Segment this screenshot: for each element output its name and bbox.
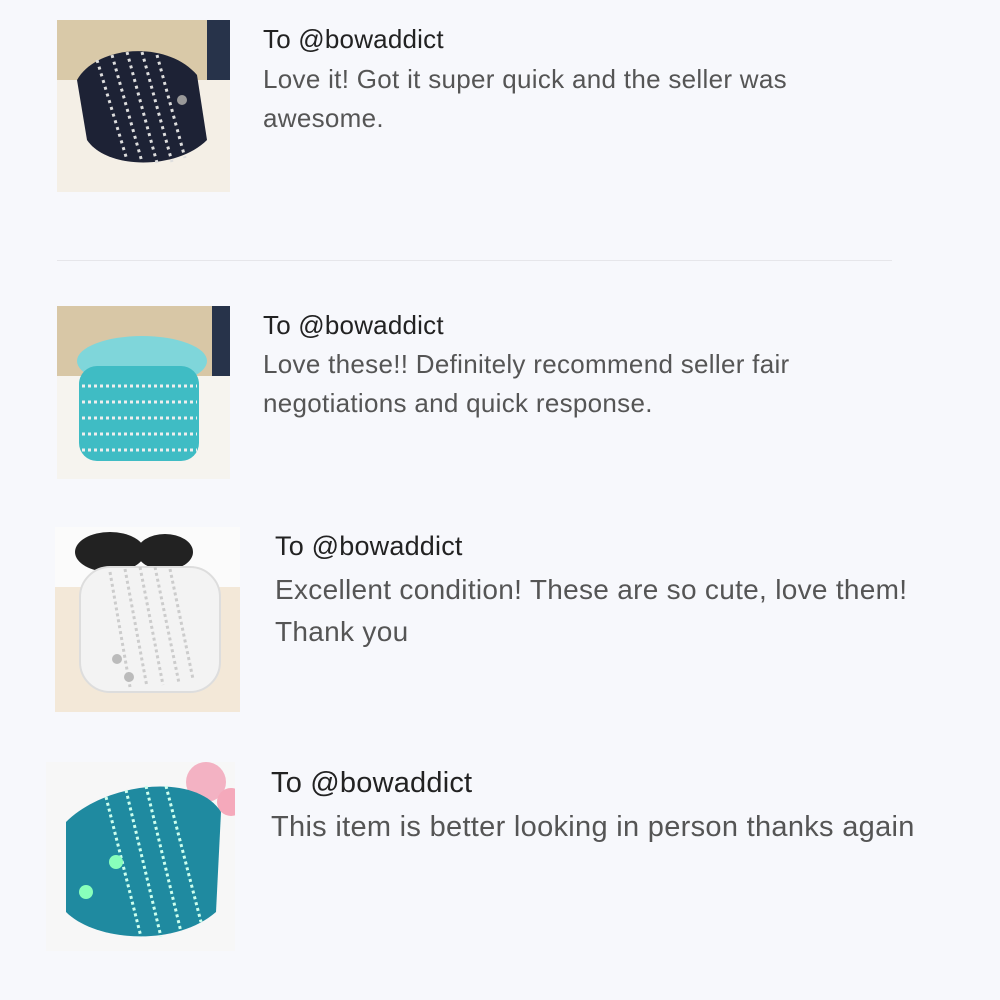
bracelet-image: [57, 20, 230, 192]
review-recipient[interactable]: To @bowaddict: [263, 310, 444, 341]
divider: [57, 260, 892, 261]
review-message: Excellent condition! These are so cute, …: [275, 574, 908, 647]
review-message: Love these!! Definitely recommend seller…: [263, 349, 790, 418]
bracelet-image: [46, 762, 235, 951]
black-bracelet-thumbnail[interactable]: [57, 20, 230, 192]
teal-bracelet-thumbnail[interactable]: [46, 762, 235, 951]
bracelet-image: [55, 527, 240, 712]
review-recipient[interactable]: To @bowaddict: [271, 767, 472, 800]
review-recipient[interactable]: To @bowaddict: [263, 24, 444, 55]
review-recipient[interactable]: To @bowaddict: [275, 531, 463, 562]
review-message: This item is better looking in person th…: [271, 811, 915, 843]
white-bracelet-thumbnail[interactable]: [55, 527, 240, 712]
review-message: Love it! Got it super quick and the sell…: [263, 64, 787, 133]
turquoise-bracelet-thumbnail[interactable]: [57, 306, 230, 479]
bracelet-image: [57, 306, 230, 479]
